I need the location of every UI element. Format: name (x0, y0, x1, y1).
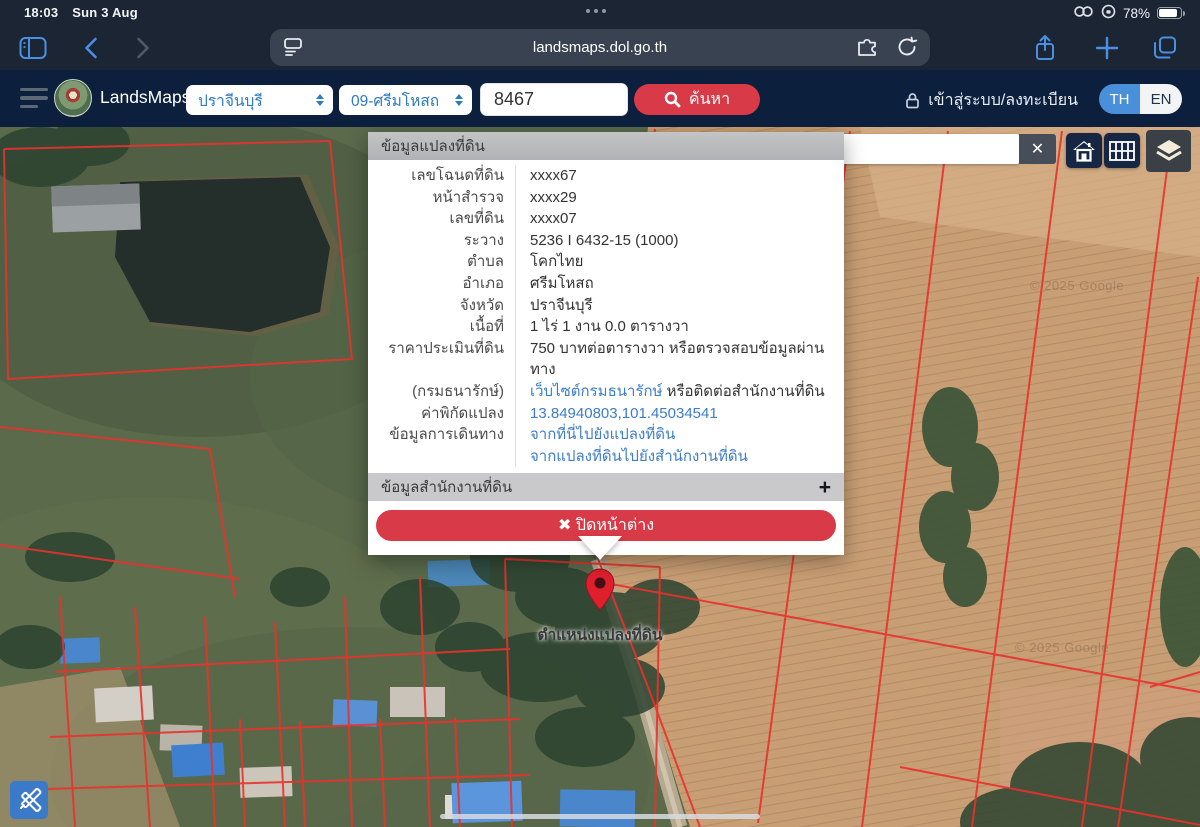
rotation-lock-icon (1101, 4, 1116, 22)
search-icon (664, 91, 681, 108)
info-row: เลขโฉนดที่ดินxxxx67 (368, 165, 844, 187)
hotspot-icon (1073, 5, 1094, 21)
sidebar-toggle-button[interactable] (18, 33, 48, 63)
map-watermark: © 2025 Google (1030, 278, 1124, 293)
marker-label: ตำแหน่งแปลงที่ดิน (505, 622, 695, 647)
satellite-map[interactable]: © 2025 Google © 2025 Google ตำแหน่งแปลงท… (0, 127, 1200, 827)
lock-icon (905, 92, 920, 109)
dropdown-arrows-icon (316, 94, 324, 106)
login-link[interactable]: เข้าสู่ระบบ/ลงทะเบียน (905, 88, 1078, 113)
map-watermark: © 2025 Google (1015, 640, 1109, 655)
province-dropdown-value: ปราจีนบุรี (198, 88, 263, 113)
layers-button[interactable] (1146, 130, 1191, 172)
panel-title: ข้อมูลแปลงที่ดิน (368, 132, 844, 160)
info-row: เนื้อที่1 ไร่ 1 งาน 0.0 ตารางวา (368, 316, 844, 338)
search-button[interactable]: ค้นหา (634, 84, 760, 115)
extensions-icon[interactable] (856, 36, 880, 62)
grid-button[interactable] (1104, 133, 1140, 168)
layers-icon (1155, 138, 1183, 164)
share-button[interactable] (1030, 33, 1060, 63)
home-icon (1072, 140, 1096, 162)
tabs-overview-button[interactable] (1150, 33, 1180, 63)
panel-pointer (578, 536, 622, 560)
info-row-price-1: ราคาประเมินที่ดิน750 บาทต่อตารางวา หรือต… (368, 338, 844, 381)
info-row-travel-1: ข้อมูลการเดินทางจากที่นี่ไปยังแปลงที่ดิน (368, 424, 844, 446)
url-text: landsmaps.dol.go.th (270, 39, 930, 56)
info-row: ระวาง5236 I 6432-15 (1000) (368, 230, 844, 252)
pencil-ruler-icon (16, 787, 42, 813)
draw-measure-tools-button[interactable] (10, 781, 48, 819)
treasury-website-link[interactable]: เว็บไซต์กรมธนารักษ์ (530, 383, 662, 400)
reload-icon[interactable] (896, 36, 918, 62)
info-row: ตำบลโคกไทย (368, 251, 844, 273)
dropdown-arrows-icon (455, 94, 463, 106)
login-label: เข้าสู่ระบบ/ลงทะเบียน (928, 88, 1078, 113)
safari-toolbar: landsmaps.dol.go.th (0, 25, 1200, 70)
multitask-indicator-icon (586, 9, 606, 13)
battery-percent: 78% (1123, 6, 1150, 21)
grid-icon (1109, 141, 1135, 161)
expand-icon[interactable]: + (819, 477, 831, 498)
lang-en-button[interactable]: EN (1140, 84, 1182, 114)
info-row-coords: ค่าพิกัดแปลง13.84940803,101.45034541 (368, 403, 844, 425)
address-bar[interactable]: landsmaps.dol.go.th (270, 29, 930, 66)
directions-to-parcel-link[interactable]: จากที่นี่ไปยังแปลงที่ดิน (530, 426, 675, 443)
status-time: 18:03 (24, 5, 58, 20)
district-dropdown[interactable]: 09-ศรีมโหสถ (339, 85, 472, 115)
search-button-label: ค้นหา (689, 87, 730, 112)
menu-button[interactable] (20, 88, 48, 108)
parcel-number-input[interactable] (480, 83, 628, 116)
clear-search-button[interactable]: ✕ (1019, 134, 1056, 164)
ipad-screen: 18:03 Sun 3 Aug 78% (0, 0, 1200, 827)
close-x-icon: ✖ (558, 517, 571, 534)
home-indicator[interactable] (440, 814, 760, 819)
close-icon: ✕ (1031, 141, 1044, 158)
info-row: จังหวัดปราจีนบุรี (368, 295, 844, 317)
info-row: หน้าสำรวจxxxx29 (368, 187, 844, 209)
new-tab-button[interactable] (1092, 33, 1122, 63)
info-row: เลขที่ดินxxxx07 (368, 208, 844, 230)
directions-to-office-link[interactable]: จากแปลงที่ดินไปยังสำนักงานที่ดิน (530, 448, 748, 465)
info-row-travel-2: จากแปลงที่ดินไปยังสำนักงานที่ดิน (368, 446, 844, 468)
status-date: Sun 3 Aug (72, 5, 138, 20)
battery-icon (1157, 7, 1182, 19)
district-dropdown-value: 09-ศรีมโหสถ (351, 88, 439, 113)
home-button[interactable] (1066, 133, 1102, 168)
parcel-info-panel: ข้อมูลแปลงที่ดิน เลขโฉนดที่ดินxxxx67 หน้… (368, 132, 844, 555)
back-button[interactable] (76, 33, 106, 63)
info-row-price-2: (กรมธนารักษ์)เว็บไซต์กรมธนารักษ์ หรือติด… (368, 381, 844, 403)
status-bar: 18:03 Sun 3 Aug 78% (0, 0, 1200, 25)
language-toggle: TH EN (1099, 84, 1182, 114)
dol-logo (54, 79, 92, 117)
brand-name: LandsMaps (100, 87, 190, 108)
forward-button[interactable] (128, 33, 158, 63)
browser-chrome: 18:03 Sun 3 Aug 78% (0, 0, 1200, 70)
coordinates-link[interactable]: 13.84940803,101.45034541 (530, 405, 718, 422)
parcel-location-marker[interactable] (585, 568, 615, 612)
landsmaps-header: LandsMaps ปราจีนบุรี 09-ศรีมโหสถ ค้นหา เ… (0, 70, 1200, 127)
lang-th-button[interactable]: TH (1099, 84, 1140, 114)
land-office-section-header[interactable]: ข้อมูลสำนักงานที่ดิน + (368, 473, 844, 501)
province-dropdown[interactable]: ปราจีนบุรี (186, 85, 333, 115)
info-row: อำเภอศรีมโหสถ (368, 273, 844, 295)
